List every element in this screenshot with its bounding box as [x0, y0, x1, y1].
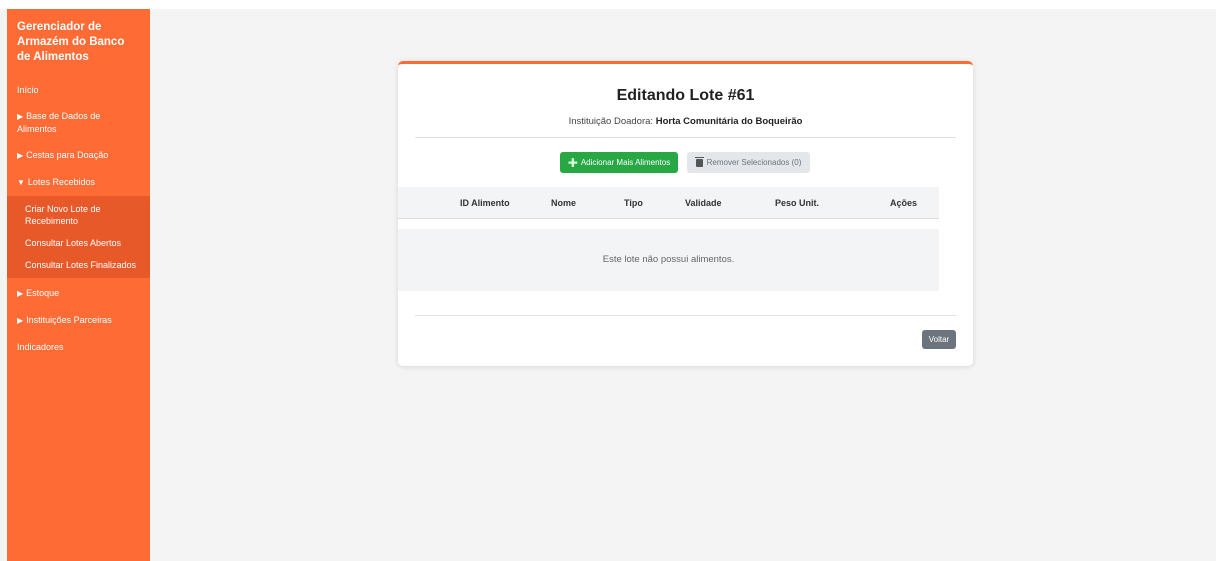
submenu-item-criar-lote[interactable]: Criar Novo Lote de Recebimento: [7, 198, 150, 232]
sidebar-item-inicio[interactable]: Início: [7, 79, 150, 101]
caret-right-icon: ▶: [17, 151, 24, 160]
empty-table-message: Este lote não possui alimentos.: [398, 229, 939, 291]
caret-down-icon: ▼: [17, 178, 25, 187]
sidebar-item-cestas[interactable]: ▶ Cestas para Doação: [7, 144, 150, 167]
column-header-acoes: Ações: [890, 198, 918, 208]
submenu-lotes-recebidos: Criar Novo Lote de Recebimento Consultar…: [7, 196, 150, 278]
sidebar-item-estoque[interactable]: ▶ Estoque: [7, 282, 150, 305]
page-title: Editando Lote #61: [616, 87, 755, 104]
sidebar-item-indicadores[interactable]: Indicadores: [7, 336, 150, 358]
column-header-tipo: Tipo: [624, 198, 643, 208]
sidebar-item-instituicoes[interactable]: ▶ Instituições Parceiras: [7, 309, 150, 332]
submenu-item-lotes-abertos[interactable]: Consultar Lotes Abertos: [7, 232, 150, 254]
sidebar-nav: Início ▶ Base de Dados de Alimentos ▶ Cest…: [7, 79, 150, 358]
top-strip: [0, 0, 1216, 9]
caret-right-icon: ▶: [17, 316, 24, 325]
sidebar-item-label: Lotes Recebidos: [27, 177, 95, 187]
sidebar-item-label: Início: [17, 85, 39, 95]
divider: [415, 315, 956, 316]
sidebar-item-label: Indicadores: [17, 342, 64, 352]
plus-icon: ✚: [567, 155, 578, 170]
divider: [415, 137, 956, 138]
edit-lot-card: Editando Lote #61 Instituição Doadora: H…: [398, 61, 973, 366]
donor-label: Instituição Doadora:: [568, 116, 654, 127]
caret-right-icon: ▶: [17, 289, 24, 298]
add-food-button[interactable]: ✚ Adicionar Mais Alimentos: [560, 152, 678, 173]
trash-icon: [694, 156, 704, 167]
donor-name: Horta Comunitária do Boqueirão: [655, 116, 803, 127]
column-header-validade: Validade: [685, 198, 722, 208]
column-header-id: ID Alimento: [460, 198, 510, 208]
donor-info: Instituição Doadora: Horta Comunitária d…: [398, 116, 973, 127]
sidebar-item-label: Cestas para Doação: [26, 150, 109, 160]
add-food-label: Adicionar Mais Alimentos: [580, 158, 671, 167]
back-button[interactable]: Voltar: [922, 330, 956, 349]
sidebar: Gerenciador de Armazém do Banco de Alime…: [7, 9, 150, 561]
sidebar-item-base-de-dados[interactable]: ▶ Base de Dados de Alimentos: [7, 105, 150, 140]
sidebar-item-label: Instituições Parceiras: [26, 315, 112, 325]
remove-selected-button[interactable]: Remover Selecionados (0): [687, 152, 810, 173]
remove-selected-label: Remover Selecionados (0): [706, 158, 802, 167]
caret-right-icon: ▶: [17, 112, 24, 121]
table-header: ID Alimento Nome Tipo Validade Peso Unit…: [398, 187, 939, 219]
submenu-item-lotes-finalizados[interactable]: Consultar Lotes Finalizados: [7, 254, 150, 276]
sidebar-brand: Gerenciador de Armazém do Banco de Alime…: [17, 21, 125, 63]
sidebar-item-label: Base de Dados de Alimentos: [17, 111, 101, 134]
column-header-nome: Nome: [551, 198, 577, 208]
sidebar-item-label: Estoque: [26, 288, 60, 298]
sidebar-item-lotes-recebidos[interactable]: ▼ Lotes Recebidos: [7, 171, 150, 194]
column-header-peso: Peso Unit.: [775, 198, 820, 208]
